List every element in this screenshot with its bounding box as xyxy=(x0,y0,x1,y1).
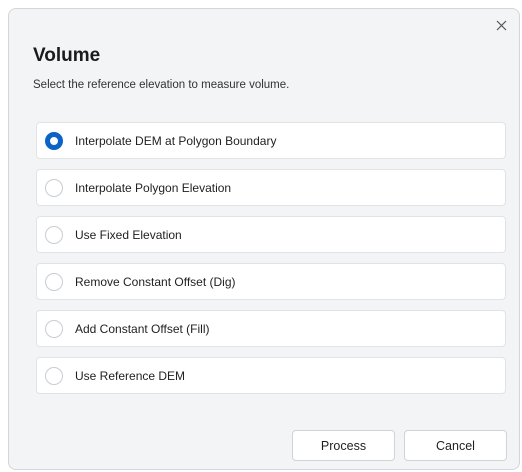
process-button[interactable]: Process xyxy=(292,430,395,461)
option-label: Use Fixed Elevation xyxy=(75,228,182,242)
elevation-options: Interpolate DEM at Polygon Boundary Inte… xyxy=(36,122,506,404)
option-interpolate-polygon-elevation[interactable]: Interpolate Polygon Elevation xyxy=(36,169,506,206)
cancel-button[interactable]: Cancel xyxy=(404,430,507,461)
dialog-title: Volume xyxy=(33,45,101,66)
dialog-subtitle: Select the reference elevation to measur… xyxy=(33,79,290,91)
volume-dialog: Volume Select the reference elevation to… xyxy=(8,8,520,470)
option-label: Remove Constant Offset (Dig) xyxy=(75,275,236,289)
option-interpolate-dem-boundary[interactable]: Interpolate DEM at Polygon Boundary xyxy=(36,122,506,159)
option-use-reference-dem[interactable]: Use Reference DEM xyxy=(36,357,506,394)
radio-button[interactable] xyxy=(45,179,63,197)
radio-button[interactable] xyxy=(45,226,63,244)
option-use-fixed-elevation[interactable]: Use Fixed Elevation xyxy=(36,216,506,253)
radio-button[interactable] xyxy=(45,132,63,150)
option-label: Use Reference DEM xyxy=(75,369,186,383)
close-icon xyxy=(496,20,506,30)
radio-button[interactable] xyxy=(45,367,63,385)
option-label: Interpolate Polygon Elevation xyxy=(75,181,232,195)
close-button[interactable] xyxy=(491,15,511,35)
radio-button[interactable] xyxy=(45,320,63,338)
option-remove-constant-offset[interactable]: Remove Constant Offset (Dig) xyxy=(36,263,506,300)
option-add-constant-offset[interactable]: Add Constant Offset (Fill) xyxy=(36,310,506,347)
radio-button[interactable] xyxy=(45,273,63,291)
option-label: Interpolate DEM at Polygon Boundary xyxy=(75,134,277,148)
option-label: Add Constant Offset (Fill) xyxy=(75,322,210,336)
